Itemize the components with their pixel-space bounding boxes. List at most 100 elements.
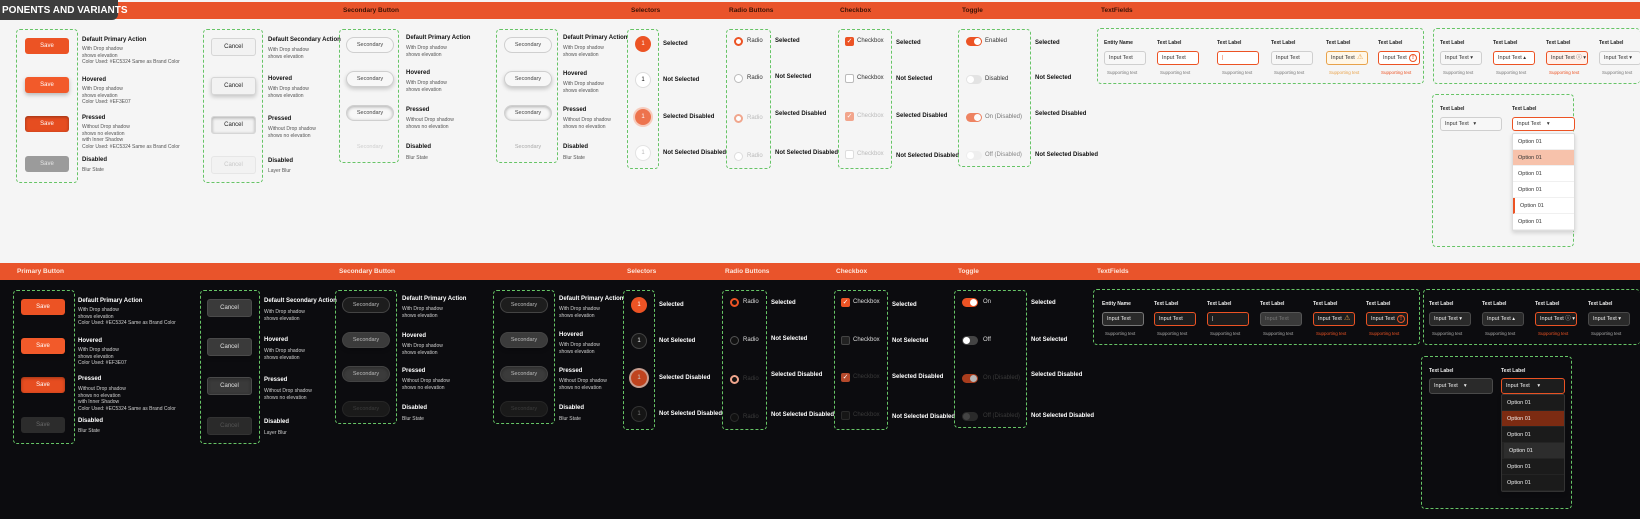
radio-unselected[interactable] bbox=[730, 336, 739, 345]
toggle-on-disabled[interactable] bbox=[962, 374, 978, 383]
checkbox-unchecked-disabled[interactable] bbox=[841, 411, 850, 420]
input-field-active[interactable]: Input Text bbox=[1154, 312, 1196, 326]
toggle-off-disabled[interactable] bbox=[966, 151, 982, 160]
input-field-disabled[interactable]: Input Text bbox=[1260, 312, 1302, 326]
toggle-off[interactable] bbox=[962, 336, 978, 345]
select-field-error[interactable]: Input Text ⓘ ▾ bbox=[1535, 312, 1577, 326]
radio-unselected-disabled[interactable] bbox=[730, 413, 739, 422]
checkbox-unchecked-disabled[interactable] bbox=[845, 150, 854, 159]
save-button-pressed[interactable]: Save bbox=[25, 116, 69, 132]
secondary-button-pressed[interactable]: Secondary bbox=[500, 366, 548, 382]
secondary-button-hovered[interactable]: Secondary bbox=[346, 71, 394, 87]
select-field-error[interactable]: Input Text ⓘ ▾ bbox=[1546, 51, 1588, 65]
toggle-enabled[interactable] bbox=[966, 37, 982, 46]
dropdown-option-highlighted[interactable]: Option 01 bbox=[1513, 150, 1574, 166]
selector-not-selected-disabled[interactable]: 1 bbox=[635, 145, 651, 161]
selector-not-selected[interactable]: 1 bbox=[631, 333, 647, 349]
selector-selected-disabled[interactable]: 1 bbox=[635, 109, 651, 125]
select-field-open[interactable]: Input Text ▴ bbox=[1482, 312, 1524, 326]
checkbox-checked[interactable]: ✓ bbox=[845, 37, 854, 46]
input-field[interactable]: Input Text bbox=[1104, 51, 1146, 65]
dropdown-option-highlighted[interactable]: Option 01 bbox=[1502, 411, 1564, 427]
dropdown-field-open[interactable]: Input Text ▾ bbox=[1501, 378, 1565, 394]
secondary-button-pressed[interactable]: Secondary bbox=[346, 105, 394, 121]
dropdown-option-selected[interactable]: Option 01 bbox=[1513, 198, 1574, 214]
checkbox-unchecked[interactable] bbox=[841, 336, 850, 345]
secondary-button[interactable]: Secondary bbox=[342, 297, 390, 313]
dropdown-option[interactable]: Option 01 bbox=[1513, 166, 1574, 182]
header-textfields: TextFields bbox=[1101, 7, 1133, 14]
secondary-button-disabled[interactable]: Secondary bbox=[346, 140, 394, 156]
dropdown-option[interactable]: Option 01 bbox=[1513, 134, 1574, 150]
secondary-button-hovered[interactable]: Secondary bbox=[500, 332, 548, 348]
dropdown-field[interactable]: Input Text ▾ bbox=[1429, 378, 1493, 394]
dropdown-option[interactable]: Option 01 bbox=[1502, 395, 1564, 411]
input-field-disabled[interactable]: Input Text bbox=[1271, 51, 1313, 65]
input-field-focused[interactable]: | bbox=[1207, 312, 1249, 326]
secondary-button-pressed[interactable]: Secondary bbox=[342, 366, 390, 382]
selector-selected[interactable]: 1 bbox=[631, 297, 647, 313]
select-field[interactable]: Input Text ▾ bbox=[1440, 51, 1482, 65]
checkbox-checked-disabled[interactable]: ✓ bbox=[845, 112, 854, 121]
secondary-button[interactable]: Secondary bbox=[504, 37, 552, 53]
secondary-button-disabled[interactable]: Secondary bbox=[500, 401, 548, 417]
select-field-open[interactable]: Input Text ▴ bbox=[1493, 51, 1535, 65]
save-button-hovered[interactable]: Save bbox=[21, 338, 65, 354]
cancel-button-disabled[interactable]: Cancel bbox=[207, 417, 252, 435]
radio-unselected[interactable] bbox=[734, 74, 743, 83]
radio-selected[interactable] bbox=[734, 37, 743, 46]
dropdown-option-selected[interactable]: Option 01 bbox=[1502, 443, 1564, 459]
dropdown-option[interactable]: Option 01 bbox=[1502, 427, 1564, 443]
selector-not-selected-disabled[interactable]: 1 bbox=[631, 406, 647, 422]
save-button-pressed[interactable]: Save bbox=[21, 377, 65, 393]
select-field[interactable]: Input Text ▾ bbox=[1429, 312, 1471, 326]
field-label: Text Label bbox=[1157, 40, 1182, 46]
radio-selected[interactable] bbox=[730, 298, 739, 307]
selector-selected[interactable]: 1 bbox=[635, 36, 651, 52]
save-button[interactable]: Save bbox=[21, 299, 65, 315]
toggle-on-disabled[interactable] bbox=[966, 113, 982, 122]
select-field-disabled[interactable]: Input Text ▾ bbox=[1599, 51, 1640, 65]
secondary-button-hovered[interactable]: Secondary bbox=[504, 71, 552, 87]
secondary-button-hovered[interactable]: Secondary bbox=[342, 332, 390, 348]
selector-not-selected[interactable]: 1 bbox=[635, 72, 651, 88]
cancel-button-hovered[interactable]: Cancel bbox=[211, 77, 256, 95]
state-title: Pressed bbox=[78, 376, 102, 382]
cancel-button-disabled[interactable]: Cancel bbox=[211, 156, 256, 174]
cancel-button-pressed[interactable]: Cancel bbox=[207, 377, 252, 395]
toggle-off-disabled[interactable] bbox=[962, 412, 978, 421]
save-button-disabled[interactable]: Save bbox=[25, 156, 69, 172]
checkbox-checked[interactable]: ✓ bbox=[841, 298, 850, 307]
state-title: Disabled bbox=[563, 144, 589, 150]
cancel-button-hovered[interactable]: Cancel bbox=[207, 338, 252, 356]
toggle-disabled[interactable] bbox=[966, 75, 982, 84]
selector-selected-disabled[interactable]: 1 bbox=[631, 370, 647, 386]
select-field-disabled[interactable]: Input Text ▾ bbox=[1588, 312, 1630, 326]
input-field[interactable]: Input Text bbox=[1102, 312, 1144, 326]
dropdown-option[interactable]: Option 01 bbox=[1502, 459, 1564, 475]
secondary-button-pressed[interactable]: Secondary bbox=[504, 105, 552, 121]
checkbox-unchecked[interactable] bbox=[845, 74, 854, 83]
save-button-hovered[interactable]: Save bbox=[25, 77, 69, 93]
cancel-button[interactable]: Cancel bbox=[211, 38, 256, 56]
radio-unselected-disabled[interactable] bbox=[734, 152, 743, 161]
dropdown-option[interactable]: Option 01 bbox=[1502, 475, 1564, 491]
dropdown-option[interactable]: Option 01 bbox=[1513, 214, 1574, 230]
secondary-button-disabled[interactable]: Secondary bbox=[504, 140, 552, 156]
save-button-disabled[interactable]: Save bbox=[21, 417, 65, 433]
secondary-button-disabled[interactable]: Secondary bbox=[342, 401, 390, 417]
checkbox-checked-disabled[interactable]: ✓ bbox=[841, 373, 850, 382]
cancel-button-pressed[interactable]: Cancel bbox=[211, 116, 256, 134]
secondary-button[interactable]: Secondary bbox=[500, 297, 548, 313]
dropdown-field[interactable]: Input Text ▾ bbox=[1440, 117, 1502, 131]
toggle-on[interactable] bbox=[962, 298, 978, 307]
input-field-active[interactable]: Input Text bbox=[1157, 51, 1199, 65]
radio-selected-disabled[interactable] bbox=[734, 114, 743, 123]
input-field-focused[interactable]: | bbox=[1217, 51, 1259, 65]
dropdown-field-open[interactable]: Input Text ▾ bbox=[1512, 117, 1575, 131]
radio-selected-disabled[interactable] bbox=[730, 375, 739, 384]
secondary-button[interactable]: Secondary bbox=[346, 37, 394, 53]
dropdown-option[interactable]: Option 01 bbox=[1513, 182, 1574, 198]
save-button[interactable]: Save bbox=[25, 38, 69, 54]
cancel-button[interactable]: Cancel bbox=[207, 299, 252, 317]
